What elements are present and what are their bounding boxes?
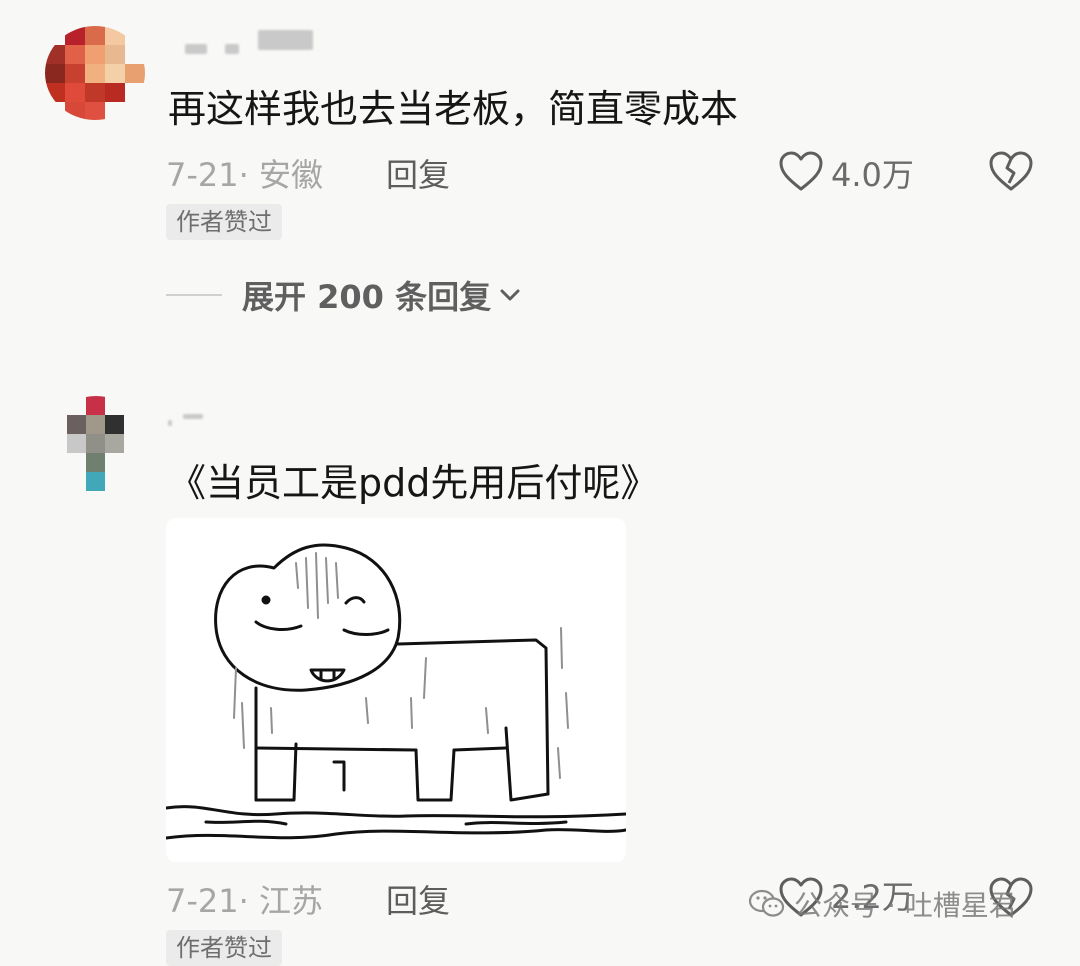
comment-text: 再这样我也去当老板，简直零成本 <box>168 87 739 131</box>
comment-date-location: 7-21· 江苏 <box>166 882 323 920</box>
chevron-down-icon <box>500 289 520 301</box>
divider <box>166 294 222 296</box>
avatar[interactable] <box>45 26 145 120</box>
wechat-icon <box>748 889 785 917</box>
avatar[interactable] <box>48 396 144 492</box>
expand-replies-button[interactable]: 展开 200 条回复 <box>242 272 521 318</box>
heart-outline-icon[interactable] <box>778 150 824 192</box>
comment-text: 《当员工是pdd先用后付呢》 <box>168 461 659 505</box>
author-liked-badge: 作者赞过 <box>166 930 282 966</box>
like-count: 4.0万 <box>831 156 914 194</box>
meme-image[interactable] <box>166 518 626 862</box>
username-redacted[interactable] <box>183 414 203 419</box>
username-redacted[interactable] <box>168 420 172 426</box>
reply-button[interactable]: 回复 <box>386 150 450 196</box>
meme-drawing <box>166 543 626 840</box>
username-redacted[interactable] <box>185 44 207 54</box>
watermark-text: 公众号 · 吐槽星君 <box>794 889 1017 922</box>
watermark: 公众号 · 吐槽星君 <box>748 884 1017 924</box>
author-liked-badge: 作者赞过 <box>166 204 282 240</box>
username-redacted[interactable] <box>225 44 239 54</box>
username-redacted[interactable] <box>258 30 313 50</box>
reply-button[interactable]: 回复 <box>386 876 450 922</box>
broken-heart-icon[interactable] <box>988 150 1034 192</box>
comment-date-location: 7-21· 安徽 <box>166 156 323 194</box>
expand-replies-label: 展开 200 条回复 <box>242 278 492 316</box>
